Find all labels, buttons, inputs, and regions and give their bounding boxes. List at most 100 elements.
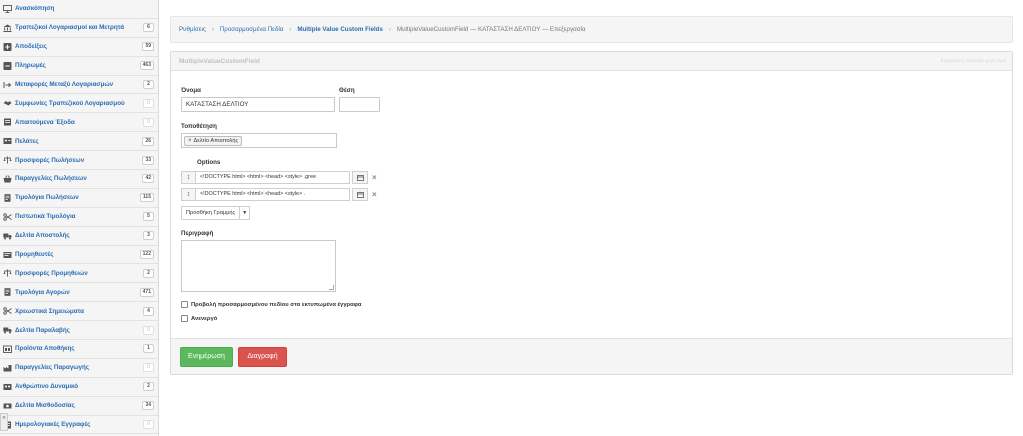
sidebar-item-label: Πελάτες bbox=[15, 137, 39, 145]
sidebar-item-label: Ημερολογιακές Εγγραφές bbox=[15, 421, 91, 429]
customers-icon bbox=[3, 137, 12, 145]
sidebar-item[interactable]: Παραγγελίες Πωλήσεων 42 bbox=[0, 170, 158, 189]
sidebar-item[interactable]: Ανθρώπινο Δυναμικό 2 bbox=[0, 378, 158, 397]
show-printed-row: Προβολή προσαρμοσμένου πεδίου στα εκτυπω… bbox=[181, 301, 361, 308]
sidebar-item[interactable]: Ημερολογιακές Εγγραφές 0 bbox=[0, 416, 158, 435]
option-input[interactable]: <!DOCTYPE html> <html> <head> <style> .g… bbox=[196, 171, 350, 184]
sidebar-item[interactable]: Συμφωνίες Τραπεζικού Λογαριασμού 0 bbox=[0, 94, 158, 114]
position-input[interactable] bbox=[339, 97, 380, 112]
count-badge: 34 bbox=[142, 401, 154, 411]
show-printed-checkbox[interactable] bbox=[181, 301, 188, 308]
sidebar-item[interactable]: Τιμολόγια Αγορών 471 bbox=[0, 283, 158, 303]
sidebar-item[interactable]: Προσφορές Προμηθειών 2 bbox=[0, 264, 158, 284]
basket-icon bbox=[3, 175, 12, 183]
sidebar-collapse-handle[interactable]: » bbox=[0, 413, 8, 431]
inactive-row: Ανενεργό bbox=[181, 315, 217, 322]
sidebar-item[interactable]: Παραγγελίες Παραγωγής 0 bbox=[0, 359, 158, 378]
sidebar-item-label: Δελτία Μισθοδοσίας bbox=[15, 402, 75, 410]
name-input[interactable]: ΚΑΤΑΣΤΑΣΗ ΔΕΛΤΙΟΥ bbox=[181, 97, 335, 112]
app: Ανασκόπηση Τραπεζικοί Λογαριασμοί και Μετ… bbox=[0, 0, 1023, 436]
factory-icon bbox=[3, 364, 12, 372]
count-badge: 5 bbox=[143, 212, 154, 222]
inactive-checkbox[interactable] bbox=[181, 315, 188, 322]
window-icon bbox=[356, 174, 364, 181]
edit-option-button[interactable] bbox=[352, 171, 368, 184]
count-badge: 463 bbox=[139, 61, 154, 71]
sidebar-item[interactable]: Απαιτούμενα Έξοδα 0 bbox=[0, 113, 158, 133]
remove-tag-icon[interactable]: × bbox=[188, 138, 192, 144]
sidebar-item[interactable]: Πελάτες 26 bbox=[0, 132, 158, 152]
sidebar-item[interactable]: Δελτία Μισθοδοσίας 34 bbox=[0, 397, 158, 416]
handshake-icon bbox=[3, 99, 12, 107]
breadcrumb-separator: › bbox=[289, 26, 292, 33]
invoice-icon bbox=[3, 288, 12, 297]
resize-handle-icon[interactable] bbox=[329, 285, 334, 290]
breadcrumb-multiple-value-custom-fields[interactable]: Multiple Value Custom Fields bbox=[297, 26, 383, 33]
monitor-icon bbox=[3, 5, 12, 13]
sidebar-item[interactable]: Μεταφορές Μεταξύ Λογαριασμών 2 bbox=[0, 76, 158, 95]
breadcrumb-current: MultipleValueCustomField — ΚΑΤΑΣΤΑΣΗ ΔΕΛ… bbox=[396, 26, 586, 33]
sidebar-item[interactable]: Ανασκόπηση bbox=[0, 0, 158, 19]
option-input[interactable]: <!DOCTYPE html> <html> <head> <style> . bbox=[196, 188, 350, 201]
sidebar-item-label: Μεταφορές Μεταξύ Λογαριασμών bbox=[15, 81, 114, 88]
invoice-icon bbox=[3, 194, 12, 202]
sidebar-item-label: Παραγγελίες Παραγωγής bbox=[15, 364, 90, 372]
truck-icon bbox=[3, 326, 12, 334]
placement-select[interactable]: × Δελτίο Αποστολής bbox=[181, 133, 337, 148]
edit-option-button[interactable] bbox=[352, 188, 368, 201]
sidebar-item-label: Προϊόντα Αποθήκης bbox=[15, 345, 75, 353]
count-badge: 0 bbox=[143, 117, 154, 127]
name-label: Όνομα bbox=[181, 87, 201, 94]
delete-button[interactable]: Διαγραφή bbox=[238, 347, 287, 367]
add-line-label: Προσθήκη Γραμμής bbox=[182, 207, 241, 219]
sidebar-item[interactable]: Πληρωμές 463 bbox=[0, 57, 158, 76]
payslip-icon bbox=[3, 402, 12, 410]
sidebar-item[interactable]: Χρεωστικά Σημειώματα 4 bbox=[0, 302, 158, 322]
show-printed-label: Προβολή προσαρμοσμένου πεδίου στα εκτυπω… bbox=[191, 301, 362, 308]
count-badge: 1 bbox=[143, 344, 154, 354]
breadcrumb: Ρυθμίσεις › Προσαρμοσμένα Πεδία › Multip… bbox=[170, 16, 1013, 43]
sidebar-item[interactable]: Αποδείξεις 59 bbox=[0, 38, 158, 57]
minus-square-icon bbox=[3, 61, 12, 70]
drag-handle-icon[interactable]: ↕ bbox=[181, 171, 196, 184]
drag-handle-icon[interactable]: ↕ bbox=[181, 188, 196, 201]
sidebar-item[interactable]: Τραπεζικοί Λογαριασμοί και Μετρητά 6 bbox=[0, 19, 158, 38]
receipt-icon bbox=[3, 118, 12, 126]
scissors-icon bbox=[3, 213, 12, 221]
add-line-dropdown[interactable]: Προσθήκη Γραμμής ▼ bbox=[181, 206, 251, 220]
sidebar-item-label: Προσφορές Πωλήσεων bbox=[15, 156, 85, 164]
position-label: Θέση bbox=[339, 87, 355, 94]
caret-down-icon: ▼ bbox=[242, 210, 248, 216]
sidebar-item[interactable]: Προμηθευτές 122 bbox=[0, 246, 158, 265]
description-textarea[interactable] bbox=[181, 240, 336, 292]
count-badge: 6 bbox=[143, 23, 154, 33]
panel-title: MultipleValueCustomField bbox=[179, 57, 260, 65]
truck-icon bbox=[3, 232, 12, 240]
count-badge: 59 bbox=[142, 42, 154, 52]
breadcrumb-separator: › bbox=[211, 26, 214, 33]
breadcrumb-settings[interactable]: Ρυθμίσεις bbox=[179, 26, 206, 33]
count-badge: 33 bbox=[142, 155, 154, 165]
scale-icon bbox=[3, 269, 12, 277]
sidebar-item[interactable]: Δελτία Παραλαβής 0 bbox=[0, 321, 158, 341]
remove-option-icon[interactable]: × bbox=[372, 191, 379, 199]
update-button[interactable]: Ενημέρωση bbox=[180, 347, 233, 367]
sidebar-item[interactable]: Δελτία Αποστολής 3 bbox=[0, 227, 158, 246]
inventory-icon bbox=[3, 345, 12, 353]
count-badge: 3 bbox=[143, 231, 154, 241]
sidebar-item[interactable]: Προσφορές Πωλήσεων 33 bbox=[0, 151, 158, 171]
scissors-icon bbox=[3, 307, 12, 315]
count-badge: 2 bbox=[143, 80, 154, 89]
sidebar-item-label: Προσφορές Προμηθειών bbox=[15, 269, 88, 277]
breadcrumb-custom-fields[interactable]: Προσαρμοσμένα Πεδία bbox=[220, 26, 284, 33]
sidebar-item[interactable]: Τιμολόγια Πωλήσεων 115 bbox=[0, 189, 158, 208]
sidebar-item[interactable]: Προϊόντα Αποθήκης 1 bbox=[0, 340, 158, 359]
sidebar-item[interactable]: Πιστωτικά Τιμολόγια 5 bbox=[0, 208, 158, 227]
count-badge: 42 bbox=[142, 174, 154, 184]
remove-option-icon[interactable]: × bbox=[372, 174, 379, 182]
inactive-label: Ανενεργό bbox=[191, 315, 218, 322]
count-badge: 0 bbox=[143, 363, 154, 373]
sidebar-item-label: Προμηθευτές bbox=[15, 251, 54, 259]
panel-meta: Ενημέρωση τελευταία φορά πριν bbox=[940, 58, 1006, 63]
placement-tag-label: Δελτίο Αποστολής bbox=[193, 138, 239, 144]
